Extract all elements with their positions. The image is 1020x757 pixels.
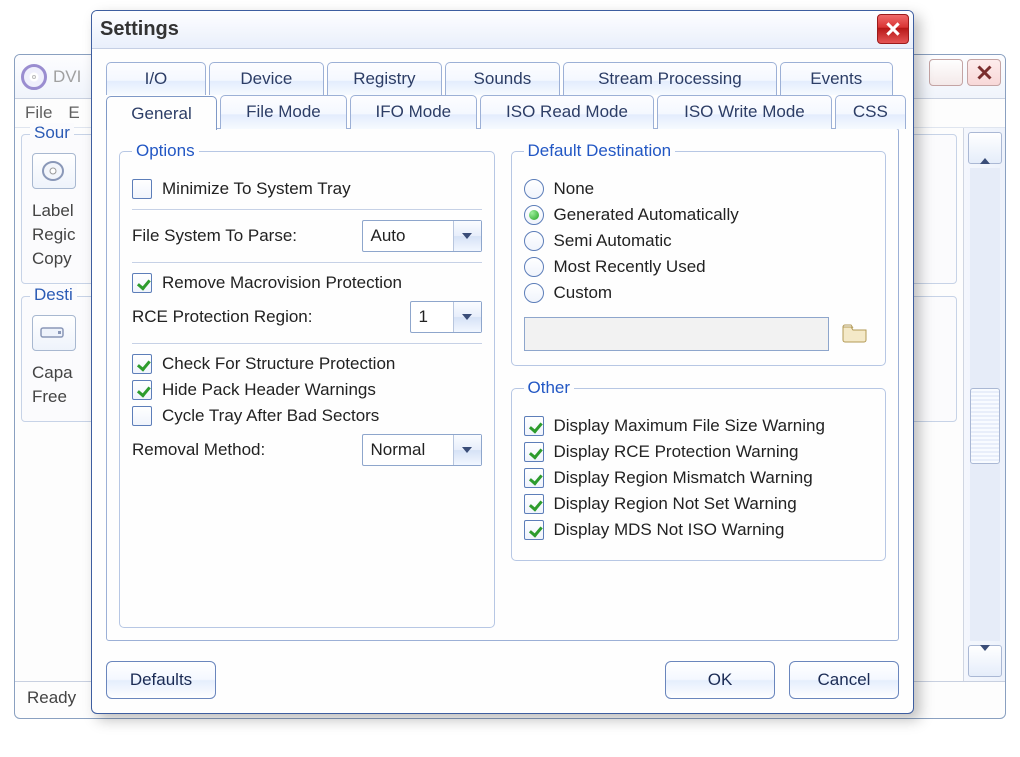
source-legend: Sour xyxy=(30,123,74,143)
tab-panel-general: Options Minimize To System Tray File Sys… xyxy=(106,128,899,641)
tab-css[interactable]: CSS xyxy=(835,95,906,129)
rce-region-value: 1 xyxy=(411,307,453,327)
destination-radio-generated-automatically[interactable] xyxy=(524,205,544,225)
scroll-down-button[interactable] xyxy=(968,645,1002,677)
other-legend: Other xyxy=(524,378,575,398)
ok-button[interactable]: OK xyxy=(665,661,775,699)
remove-macrovision-checkbox[interactable] xyxy=(132,273,152,293)
minimize-tray-checkbox[interactable] xyxy=(132,179,152,199)
dialog-titlebar[interactable]: Settings xyxy=(92,11,913,49)
destination-radio-label: Semi Automatic xyxy=(554,231,672,251)
other-checkbox-label: Display Region Not Set Warning xyxy=(554,494,797,514)
other-checkbox-label: Display MDS Not ISO Warning xyxy=(554,520,785,540)
settings-dialog: Settings I/O Device Registry Sounds Stre… xyxy=(91,10,914,714)
tab-events[interactable]: Events xyxy=(780,62,893,95)
check-structure-label: Check For Structure Protection xyxy=(162,354,395,374)
other-checkbox-display-maximum-file-size-warning[interactable] xyxy=(524,416,544,436)
minimize-tray-label: Minimize To System Tray xyxy=(162,179,351,199)
destination-radio-label: Generated Automatically xyxy=(554,205,739,225)
file-system-value: Auto xyxy=(363,226,453,246)
dialog-close-button[interactable] xyxy=(877,14,909,44)
cycle-tray-checkbox[interactable] xyxy=(132,406,152,426)
check-structure-checkbox[interactable] xyxy=(132,354,152,374)
tab-iso-read-mode[interactable]: ISO Read Mode xyxy=(480,95,654,129)
divider xyxy=(132,262,482,263)
tab-iso-write-mode[interactable]: ISO Write Mode xyxy=(657,95,831,129)
removal-method-label: Removal Method: xyxy=(132,440,265,460)
parent-close-button[interactable] xyxy=(967,59,1001,86)
source-drive-button[interactable] xyxy=(32,153,76,189)
rce-region-select[interactable]: 1 xyxy=(410,301,482,333)
chevron-down-icon xyxy=(980,651,990,671)
dialog-footer: Defaults OK Cancel xyxy=(92,651,913,713)
destination-radio-label: Custom xyxy=(554,283,613,303)
tab-registry[interactable]: Registry xyxy=(327,62,442,95)
other-checkbox-label: Display Region Mismatch Warning xyxy=(554,468,813,488)
other-group: Other Display Maximum File Size Warning D… xyxy=(511,378,887,561)
status-text: Ready xyxy=(27,688,76,707)
close-icon xyxy=(886,22,900,36)
chevron-down-icon xyxy=(453,302,481,332)
destination-radio-label: None xyxy=(554,179,595,199)
tab-io[interactable]: I/O xyxy=(106,62,206,95)
parent-scrollbar[interactable] xyxy=(963,128,1005,681)
tab-device[interactable]: Device xyxy=(209,62,324,95)
cycle-tray-label: Cycle Tray After Bad Sectors xyxy=(162,406,379,426)
dialog-title: Settings xyxy=(100,18,179,41)
destination-legend: Desti xyxy=(30,285,77,305)
destination-radio-most-recently-used[interactable] xyxy=(524,257,544,277)
other-checkbox-display-rce-protection-warning[interactable] xyxy=(524,442,544,462)
defaults-button[interactable]: Defaults xyxy=(106,661,216,699)
other-checkbox-display-region-not-set-warning[interactable] xyxy=(524,494,544,514)
removal-method-value: Normal xyxy=(363,440,453,460)
menu-file[interactable]: File xyxy=(25,103,52,123)
other-checkbox-display-region-mismatch-warning[interactable] xyxy=(524,468,544,488)
folder-icon xyxy=(841,321,869,343)
parent-minimize-button[interactable] xyxy=(929,59,963,86)
tab-ifo-mode[interactable]: IFO Mode xyxy=(350,95,477,129)
scroll-thumb[interactable] xyxy=(970,388,1000,464)
chevron-up-icon xyxy=(980,138,990,158)
parent-title: DVI xyxy=(53,67,81,87)
file-system-select[interactable]: Auto xyxy=(362,220,482,252)
options-group: Options Minimize To System Tray File Sys… xyxy=(119,141,495,628)
options-legend: Options xyxy=(132,141,199,161)
destination-drive-button[interactable] xyxy=(32,315,76,351)
disc-icon xyxy=(21,64,47,90)
file-system-label: File System To Parse: xyxy=(132,226,297,246)
custom-path-input[interactable] xyxy=(524,317,830,351)
destination-radio-semi-automatic[interactable] xyxy=(524,231,544,251)
chevron-down-icon xyxy=(453,435,481,465)
tab-general[interactable]: General xyxy=(106,96,217,130)
other-checkbox-label: Display Maximum File Size Warning xyxy=(554,416,825,436)
browse-folder-button[interactable] xyxy=(837,317,873,347)
hide-pack-header-label: Hide Pack Header Warnings xyxy=(162,380,376,400)
divider xyxy=(132,209,482,210)
hide-pack-header-checkbox[interactable] xyxy=(132,380,152,400)
other-checkbox-label: Display RCE Protection Warning xyxy=(554,442,799,462)
divider xyxy=(132,343,482,344)
other-checkbox-display-mds-not-iso-warning[interactable] xyxy=(524,520,544,540)
tab-sounds[interactable]: Sounds xyxy=(445,62,560,95)
default-destination-group: Default Destination None Generated Automa… xyxy=(511,141,887,366)
cancel-button[interactable]: Cancel xyxy=(789,661,899,699)
destination-radio-custom[interactable] xyxy=(524,283,544,303)
tab-row-2: General File Mode IFO Mode ISO Read Mode… xyxy=(106,94,899,128)
chevron-down-icon xyxy=(453,221,481,251)
tab-file-mode[interactable]: File Mode xyxy=(220,95,347,129)
destination-radio-label: Most Recently Used xyxy=(554,257,706,277)
default-destination-legend: Default Destination xyxy=(524,141,676,161)
tab-row-1: I/O Device Registry Sounds Stream Proces… xyxy=(106,61,899,94)
menu-e[interactable]: E xyxy=(68,103,79,123)
remove-macrovision-label: Remove Macrovision Protection xyxy=(162,273,402,293)
removal-method-select[interactable]: Normal xyxy=(362,434,482,466)
tab-stream-processing[interactable]: Stream Processing xyxy=(563,62,777,95)
destination-radio-none[interactable] xyxy=(524,179,544,199)
scroll-up-button[interactable] xyxy=(968,132,1002,164)
rce-region-label: RCE Protection Region: xyxy=(132,307,312,327)
